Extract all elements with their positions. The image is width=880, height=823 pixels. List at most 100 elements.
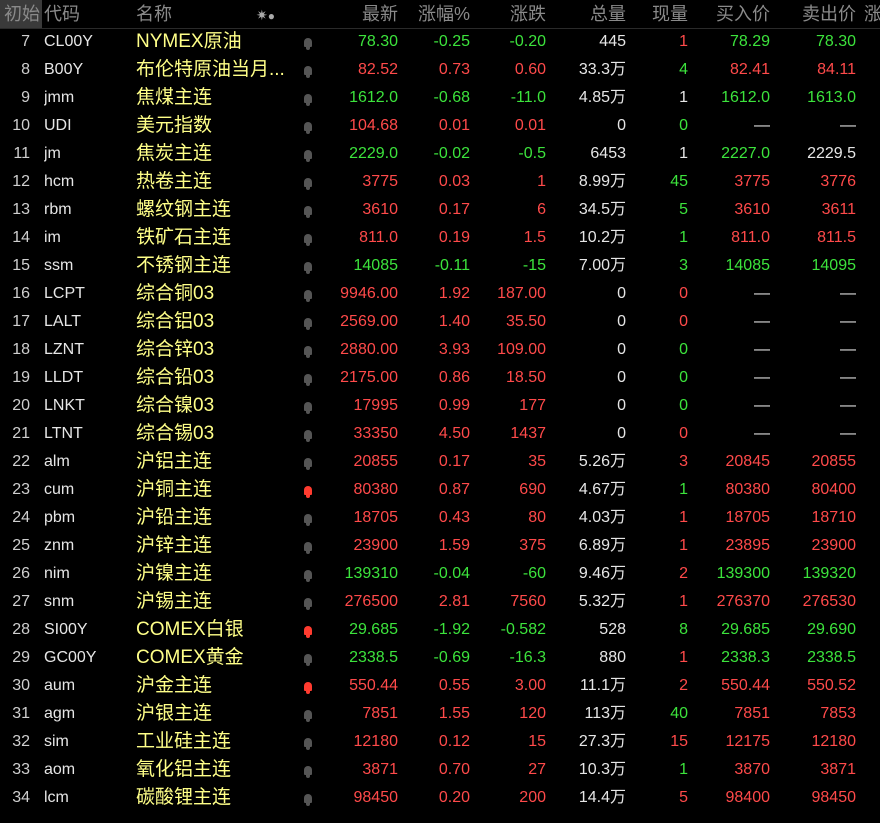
header-last[interactable]: 最新 (316, 0, 398, 28)
alert-bell-icon[interactable] (300, 168, 316, 196)
table-row[interactable]: 19 LLDT 综合铅03 2175.00 0.86 18.50 0 0 — — (0, 364, 880, 392)
bid-price: — (754, 397, 770, 414)
table-row[interactable]: 15 ssm 不锈钢主连 14085 -0.11 -15 7.00万 3 14085 14095 (0, 252, 880, 280)
total-volume: 6453 (590, 145, 626, 162)
alert-bell-icon[interactable] (300, 672, 316, 700)
total-volume: 5.32万 (578, 593, 626, 610)
alert-bell-icon[interactable] (300, 84, 316, 112)
header-initial-tab[interactable]: 初始 (0, 0, 42, 28)
alert-bell-icon[interactable] (300, 728, 316, 756)
table-row[interactable]: 20 LNKT 综合镍03 17995 0.99 177 0 0 — — (0, 392, 880, 420)
header-bid[interactable]: 买入价 (688, 0, 770, 28)
last-price: 17995 (353, 397, 399, 414)
last-price: 2175.00 (340, 369, 398, 386)
table-row[interactable]: 23 cum 沪铜主连 80380 0.87 690 4.67万 1 80380 80400 (0, 476, 880, 504)
header-vol[interactable]: 总量 (546, 0, 626, 28)
table-row[interactable]: 30 aum 沪金主连 550.44 0.55 3.00 11.1万 2 550.44 550.5… (0, 672, 880, 700)
change-amount: 177 (519, 397, 546, 414)
table-row[interactable]: 16 LCPT 综合铜03 9946.00 1.92 187.00 0 0 — — (0, 280, 880, 308)
table-row[interactable]: 25 znm 沪锌主连 23900 1.59 375 6.89万 1 23895 23900 (0, 532, 880, 560)
table-row[interactable]: 34 lcm 碳酸锂主连 98450 0.20 200 14.4万 5 98400 98450 (0, 784, 880, 812)
alert-bell-icon[interactable] (300, 392, 316, 420)
total-volume: 4.85万 (578, 89, 626, 106)
alert-bell-icon[interactable] (300, 196, 316, 224)
table-row[interactable]: 7 CL00Y NYMEX原油 78.30 -0.25 -0.20 445 1 78.29 78.… (0, 28, 880, 56)
header-more[interactable]: 涨 (864, 0, 880, 28)
header-chg[interactable]: 涨跌 (470, 0, 546, 28)
current-volume: 5 (679, 201, 688, 218)
bid-price: 18705 (725, 509, 771, 526)
alert-bell-icon[interactable] (300, 364, 316, 392)
table-row[interactable]: 22 alm 沪铝主连 20855 0.17 35 5.26万 3 20845 20855 (0, 448, 880, 476)
current-volume: 1 (679, 649, 688, 666)
alert-bell-icon[interactable] (300, 28, 316, 56)
alert-bell-icon[interactable] (300, 700, 316, 728)
table-row[interactable]: 32 sim 工业硅主连 12180 0.12 15 27.3万 15 12175 12180 (0, 728, 880, 756)
change-amount: -15 (522, 257, 546, 274)
alert-bell-icon[interactable] (300, 224, 316, 252)
alert-bell-icon[interactable] (300, 560, 316, 588)
total-volume: 4.67万 (578, 481, 626, 498)
table-row[interactable]: 33 aom 氧化铝主连 3871 0.70 27 10.3万 1 3870 3871 (0, 756, 880, 784)
alert-bell-icon[interactable] (300, 308, 316, 336)
header-ask[interactable]: 卖出价 (770, 0, 856, 28)
last-price: 20855 (353, 453, 399, 470)
alert-bell-icon[interactable] (300, 476, 316, 504)
instrument-name: 沪铅主连 (136, 507, 213, 528)
header-pct[interactable]: 涨幅% (398, 0, 470, 28)
table-row[interactable]: 10 UDI 美元指数 104.68 0.01 0.01 0 0 — — (0, 112, 880, 140)
alert-bell-icon[interactable] (300, 280, 316, 308)
table-row[interactable]: 14 im 铁矿石主连 811.0 0.19 1.5 10.2万 1 811.0 811.5 (0, 224, 880, 252)
total-volume: 14.4万 (578, 789, 626, 806)
alert-bell-icon[interactable] (300, 616, 316, 644)
table-row[interactable]: 8 B00Y 布伦特原油当月... 82.52 0.73 0.60 33.3万 4 82.41 8… (0, 56, 880, 84)
last-price: 550.44 (349, 677, 398, 694)
table-row[interactable]: 12 hcm 热卷主连 3775 0.03 1 8.99万 45 3775 3776 (0, 168, 880, 196)
symbol-code: cum (44, 481, 75, 498)
header-code[interactable]: 代码 (44, 0, 134, 28)
alert-bell-icon[interactable] (300, 448, 316, 476)
bid-price: 550.44 (721, 677, 770, 694)
alert-bell-icon[interactable] (300, 336, 316, 364)
table-row[interactable]: 26 nim 沪镍主连 139310 -0.04 -60 9.46万 2 139300 13932… (0, 560, 880, 588)
ask-price: 98450 (811, 789, 857, 806)
table-row[interactable]: 9 jmm 焦煤主连 1612.0 -0.68 -11.0 4.85万 1 1612.0 1613… (0, 84, 880, 112)
symbol-code: LALT (44, 313, 82, 330)
table-row[interactable]: 29 GC00Y COMEX黄金 2338.5 -0.69 -16.3 880 1 2338.3… (0, 644, 880, 672)
change-amount: -16.3 (509, 649, 546, 666)
alert-bell-icon[interactable] (300, 644, 316, 672)
alert-bell-icon[interactable] (300, 56, 316, 84)
table-row[interactable]: 21 LTNT 综合锡03 33350 4.50 1437 0 0 — — (0, 420, 880, 448)
alert-bell-icon[interactable] (300, 504, 316, 532)
row-number: 15 (12, 257, 30, 274)
alert-bell-icon[interactable] (300, 420, 316, 448)
table-row[interactable]: 24 pbm 沪铅主连 18705 0.43 80 4.03万 1 18705 18710 (0, 504, 880, 532)
instrument-name: 布伦特原油当月... (136, 59, 285, 80)
settings-icon[interactable]: ✷● (256, 0, 286, 28)
instrument-name: 沪铝主连 (136, 451, 213, 472)
table-row[interactable]: 11 jm 焦炭主连 2229.0 -0.02 -0.5 6453 1 2227.0 2229.5 (0, 140, 880, 168)
alert-bell-icon[interactable] (300, 140, 316, 168)
bid-price: 2227.0 (721, 145, 770, 162)
alert-bell-icon[interactable] (300, 252, 316, 280)
total-volume: 0 (617, 285, 626, 302)
header-cur[interactable]: 现量 (626, 0, 688, 28)
ask-price: 7853 (820, 705, 856, 722)
alert-bell-icon[interactable] (300, 112, 316, 140)
table-row[interactable]: 28 SI00Y COMEX白银 29.685 -1.92 -0.582 528 8 29.68… (0, 616, 880, 644)
row-number: 22 (12, 453, 30, 470)
table-row[interactable]: 17 LALT 综合铝03 2569.00 1.40 35.50 0 0 — — (0, 308, 880, 336)
instrument-name: 综合铝03 (136, 311, 215, 332)
ask-price: 1613.0 (807, 89, 856, 106)
table-row[interactable]: 31 agm 沪银主连 7851 1.55 120 113万 40 7851 7853 (0, 700, 880, 728)
alert-bell-icon[interactable] (300, 784, 316, 812)
alert-bell-icon[interactable] (300, 532, 316, 560)
table-row[interactable]: 13 rbm 螺纹钢主连 3610 0.17 6 34.5万 5 3610 3611 (0, 196, 880, 224)
table-row[interactable]: 18 LZNT 综合锌03 2880.00 3.93 109.00 0 0 — — (0, 336, 880, 364)
change-percent: 1.92 (438, 285, 470, 302)
alert-bell-icon[interactable] (300, 756, 316, 784)
alert-bell-icon[interactable] (300, 588, 316, 616)
header-name[interactable]: 名称 (136, 0, 236, 28)
table-row[interactable]: 27 snm 沪锡主连 276500 2.81 7560 5.32万 1 276370 27653… (0, 588, 880, 616)
total-volume: 6.89万 (578, 537, 626, 554)
